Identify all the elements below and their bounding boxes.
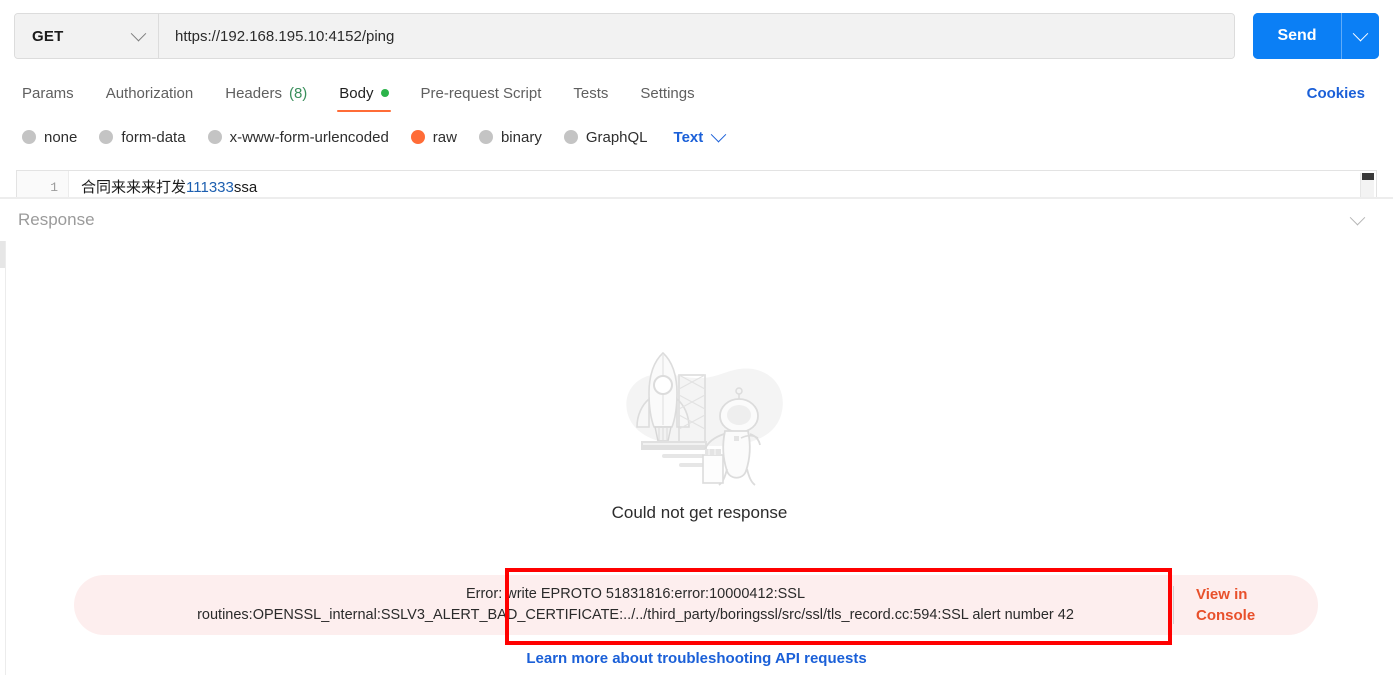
url-input[interactable]: https://192.168.195.10:4152/ping <box>159 14 1234 58</box>
response-collapse-button[interactable] <box>1349 209 1375 226</box>
chevron-down-icon <box>710 126 727 142</box>
request-tabs: Params Authorization Headers (8) Body Pr… <box>14 72 711 114</box>
body-type-none[interactable]: none <box>22 129 77 146</box>
http-method-label: GET <box>32 27 64 45</box>
editor-scrollbar-thumb[interactable] <box>1362 173 1374 180</box>
tab-label: Settings <box>640 84 695 102</box>
radio-icon <box>478 130 493 144</box>
rocket-astronaut-illustration <box>625 351 783 486</box>
radio-selected-icon <box>410 130 425 144</box>
response-header: Response <box>0 199 1393 241</box>
tab-tests[interactable]: Tests <box>557 72 624 114</box>
chevron-down-icon <box>1352 25 1369 41</box>
response-error-banner: Error: write EPROTO 51831816:error:10000… <box>74 575 1318 635</box>
raw-format-label: Text <box>673 128 704 146</box>
body-type-label: raw <box>432 128 457 146</box>
url-bar: GET https://192.168.195.10:4152/ping Sen… <box>0 0 1393 72</box>
body-type-binary[interactable]: binary <box>478 128 542 146</box>
tab-label: Authorization <box>105 84 194 102</box>
url-input-group: GET https://192.168.195.10:4152/ping <box>14 13 1235 59</box>
green-dot-icon <box>380 89 389 97</box>
tab-authorization[interactable]: Authorization <box>90 72 210 114</box>
editor-gutter: 1 <box>17 171 69 198</box>
radio-icon <box>22 130 36 144</box>
http-method-select[interactable]: GET <box>15 14 159 58</box>
error-message: Error: write EPROTO 51831816:error:10000… <box>197 586 1074 623</box>
editor-code-area[interactable]: 合同来来来打发111333ssa <box>69 171 1376 198</box>
response-title: Response <box>18 210 95 229</box>
body-type-graphql[interactable]: GraphQL <box>563 128 648 146</box>
editor-text-tail: ssa <box>233 179 258 196</box>
body-type-label: x-www-form-urlencoded <box>229 128 389 146</box>
request-body-editor-clip: 1 合同来来来打发111333ssa <box>0 160 1393 198</box>
radio-icon <box>99 130 114 144</box>
send-options-button[interactable] <box>1341 13 1379 59</box>
tab-body[interactable]: Body <box>323 72 404 114</box>
editor-scrollbar[interactable] <box>1360 173 1374 198</box>
cookies-link[interactable]: Cookies <box>1307 85 1379 102</box>
tab-label: Body <box>339 84 374 102</box>
body-type-form-data[interactable]: form-data <box>99 128 186 146</box>
tab-label: Headers <box>225 84 282 102</box>
send-button[interactable]: Send <box>1253 13 1341 59</box>
headers-count: (8) <box>288 84 308 102</box>
tab-label: Pre-request Script <box>420 84 542 102</box>
send-button-group: Send <box>1253 13 1379 59</box>
request-tab-bar: Params Authorization Headers (8) Body Pr… <box>0 72 1393 114</box>
editor-text-number: 111333 <box>186 179 234 196</box>
learn-more-link[interactable]: Learn more about troubleshooting API req… <box>0 650 1393 667</box>
tab-params[interactable]: Params <box>14 72 90 114</box>
radio-icon <box>207 130 222 144</box>
raw-format-select[interactable]: Text <box>673 126 727 146</box>
request-body-editor[interactable]: 1 合同来来来打发111333ssa <box>16 170 1377 198</box>
tab-headers[interactable]: Headers (8) <box>209 72 323 114</box>
tab-pre-request-script[interactable]: Pre-request Script <box>405 72 558 114</box>
line-number: 1 <box>50 180 58 195</box>
chevron-down-icon <box>130 25 147 41</box>
body-type-options: none form-data x-www-form-urlencoded raw… <box>0 114 1393 160</box>
body-type-label: GraphQL <box>585 128 648 146</box>
radio-icon <box>563 130 578 144</box>
tab-settings[interactable]: Settings <box>624 72 710 114</box>
tab-label: Params <box>22 84 74 102</box>
could-not-get-response-title: Could not get response <box>611 503 788 522</box>
body-type-label: form-data <box>121 128 186 146</box>
view-in-console-button[interactable]: View in Console <box>1196 584 1288 626</box>
body-type-label: binary <box>500 128 542 146</box>
body-type-label: none <box>44 128 78 146</box>
tab-label: Tests <box>573 84 609 102</box>
editor-text-cjk: 合同来来来打发 <box>81 179 187 196</box>
chevron-down-icon <box>1349 209 1366 225</box>
body-type-raw[interactable]: raw <box>410 128 457 146</box>
body-type-x-www-form-urlencoded[interactable]: x-www-form-urlencoded <box>207 128 389 146</box>
editor-line-1: 合同来来来打发111333ssa <box>81 178 1364 198</box>
postman-request-view: GET https://192.168.195.10:4152/ping Sen… <box>0 0 1393 675</box>
divider <box>1173 586 1174 624</box>
